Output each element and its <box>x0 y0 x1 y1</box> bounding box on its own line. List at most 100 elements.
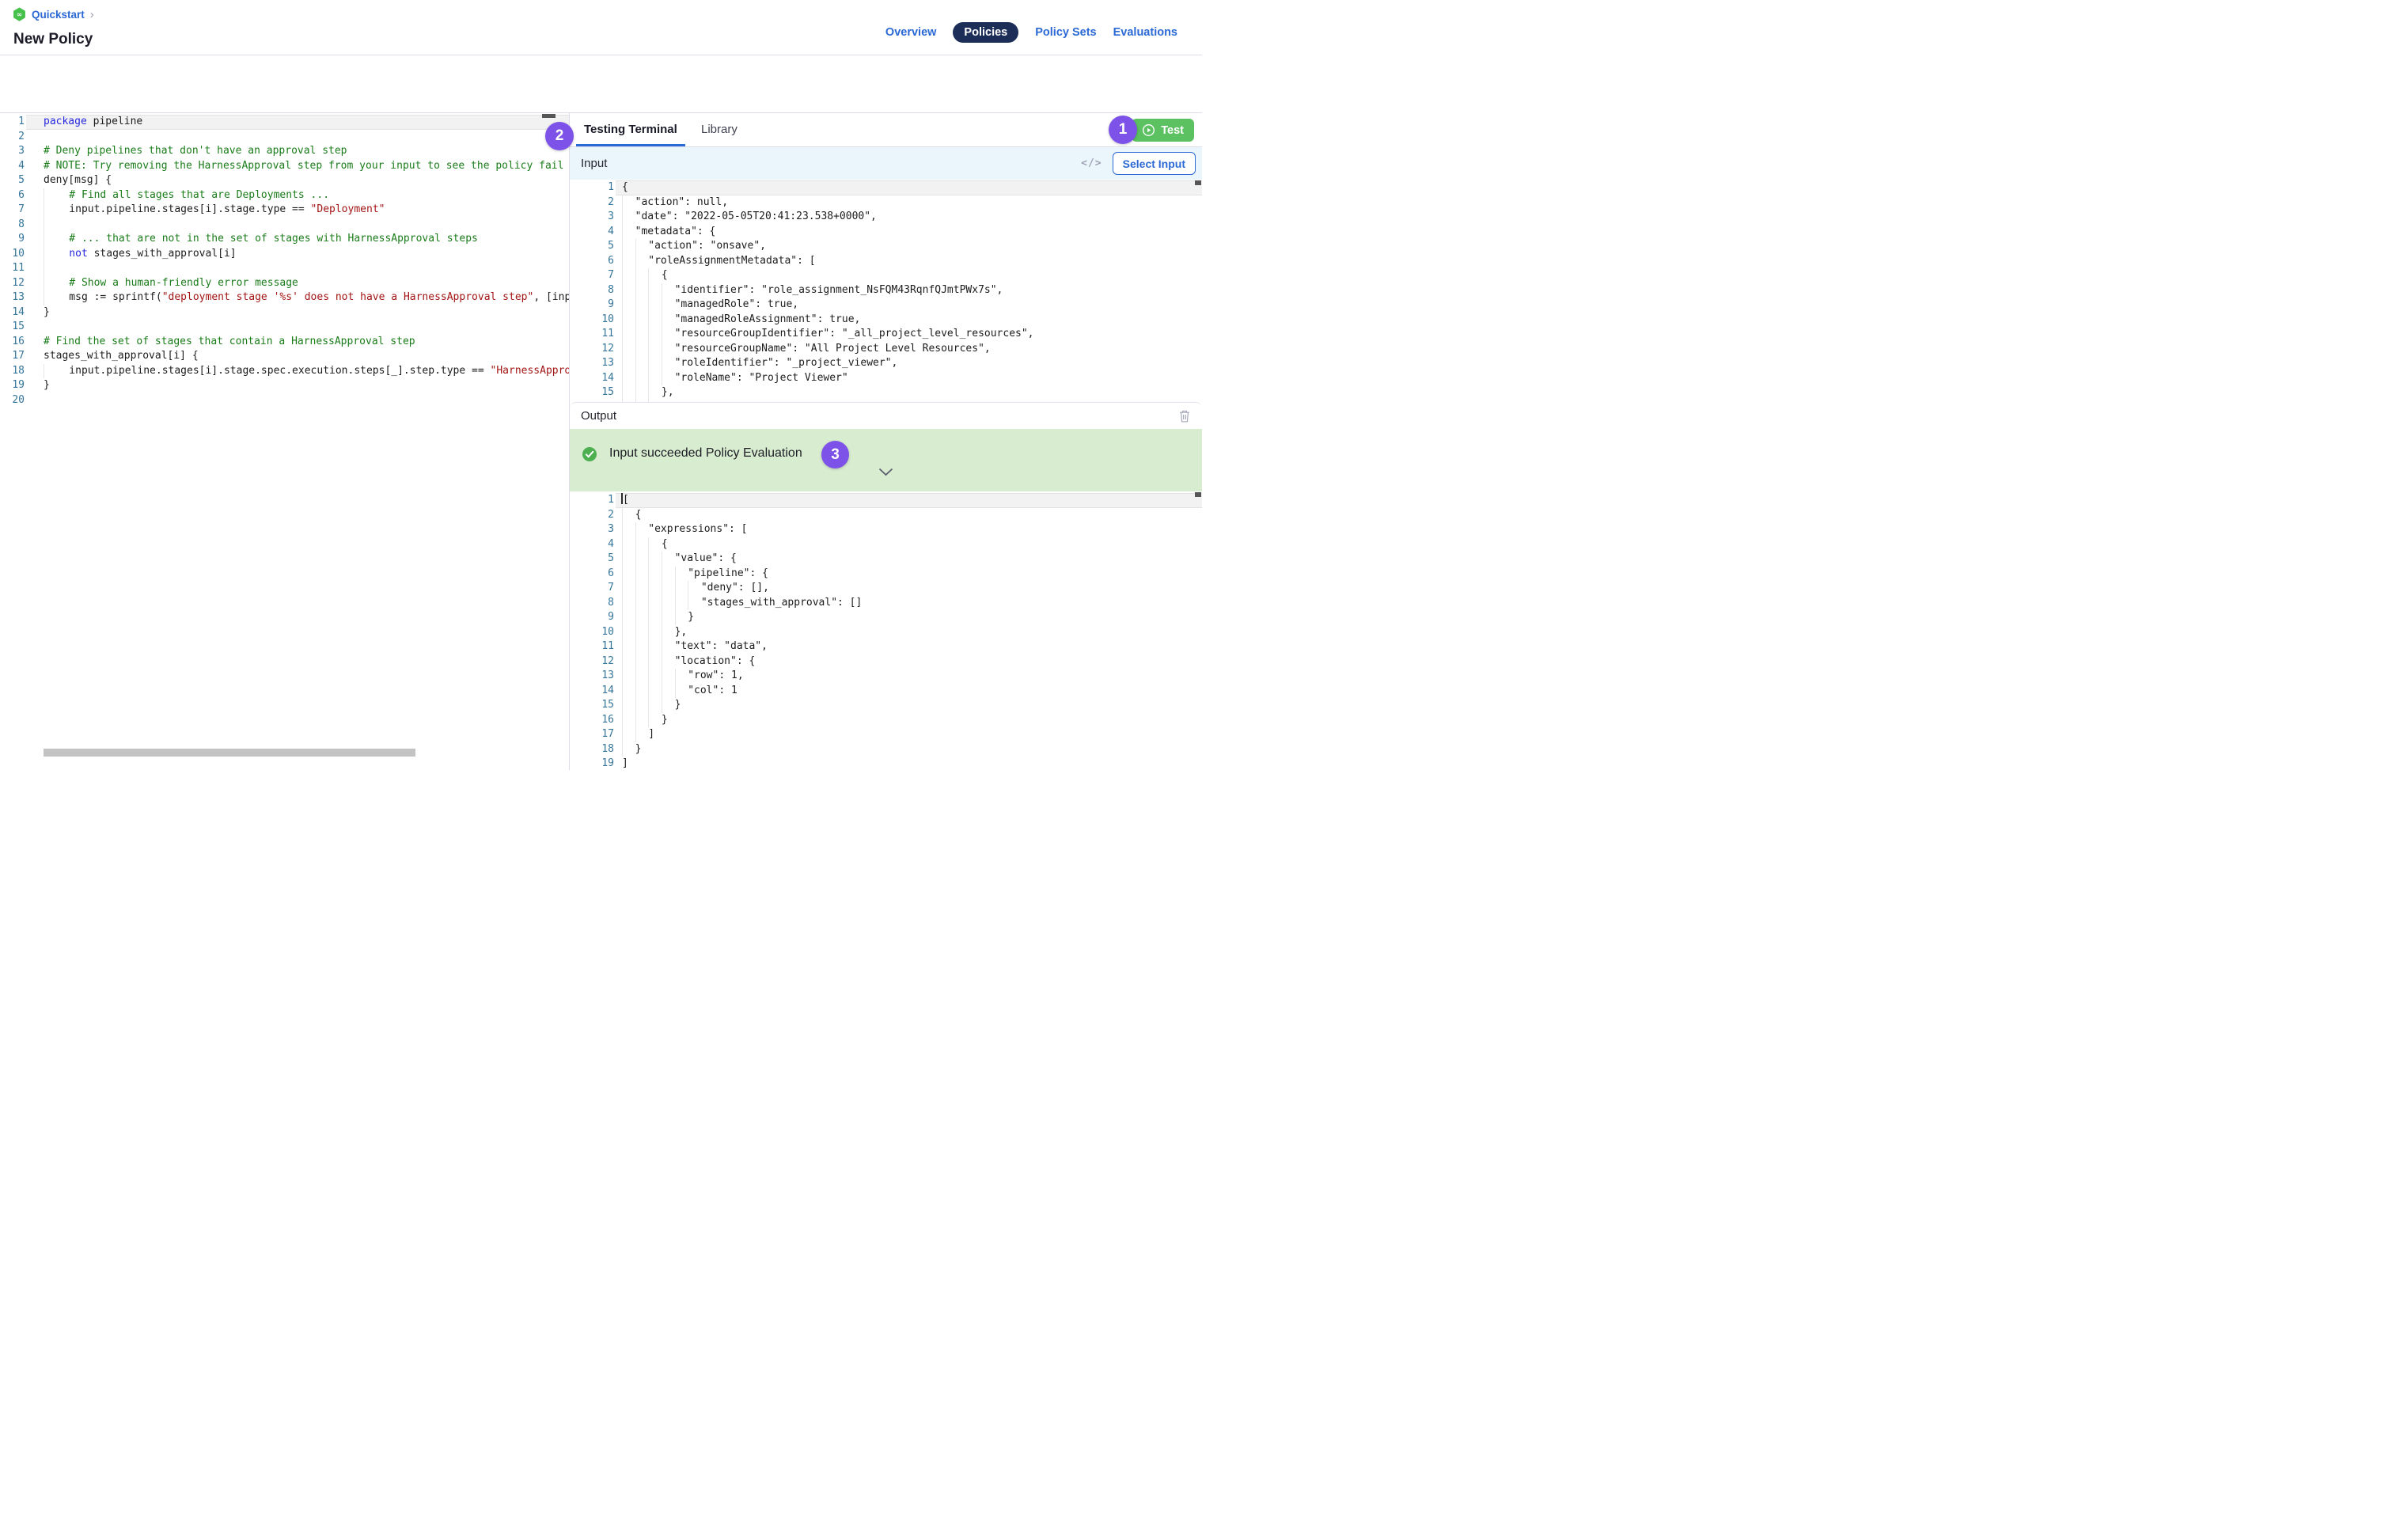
nav-item-evaluations[interactable]: Evaluations <box>1113 26 1177 39</box>
indent-guide <box>648 385 662 400</box>
code-line[interactable]: 6"roleAssignmentMetadata": [ <box>570 254 1202 269</box>
indent-guide <box>648 283 662 298</box>
code-line[interactable]: 3"date": "2022-05-05T20:41:23.538+0000", <box>570 210 1202 225</box>
line-number: 2 <box>0 130 26 145</box>
line-number: 11 <box>570 327 616 342</box>
code-view-icon[interactable]: </> <box>1081 157 1102 169</box>
code-line[interactable]: 1package pipeline <box>0 115 569 130</box>
indent-guide <box>635 684 649 699</box>
line-number: 2 <box>570 195 616 211</box>
line-content: "value": { <box>616 552 1202 567</box>
code-line[interactable]: 3"expressions": [ <box>570 522 1202 537</box>
code-line[interactable]: 5"value": { <box>570 552 1202 567</box>
code-line[interactable]: 9"managedRole": true, <box>570 298 1202 313</box>
annotation-circle-1: 1 <box>1109 116 1137 144</box>
test-button[interactable]: Test <box>1132 119 1194 142</box>
code-line[interactable]: 18input.pipeline.stages[i].stage.spec.ex… <box>0 364 569 379</box>
line-number: 7 <box>570 581 616 596</box>
indent-guide <box>635 313 649 328</box>
nav-item-policy-sets[interactable]: Policy Sets <box>1035 26 1096 39</box>
line-content: package pipeline <box>26 115 569 130</box>
input-json-editor[interactable]: 1{2"action": null,3"date": "2022-05-05T2… <box>570 180 1202 403</box>
code-line[interactable]: 7{ <box>570 268 1202 283</box>
nav-item-policies[interactable]: Policies <box>953 22 1018 43</box>
code-line[interactable]: 8"identifier": "role_assignment_NsFQM43R… <box>570 283 1202 298</box>
code-line[interactable]: 13"roleIdentifier": "_project_viewer", <box>570 356 1202 371</box>
testing-terminal-panel: Testing Terminal Library Test Input </> … <box>570 113 1202 770</box>
indent-guide <box>44 290 69 305</box>
code-line[interactable]: 5deny[msg] { <box>0 173 569 188</box>
line-content: "roleName": "Project Viewer" <box>616 371 1202 386</box>
indent-guide <box>622 239 635 254</box>
code-line[interactable]: 6"pipeline": { <box>570 567 1202 582</box>
indent-guide <box>622 610 635 625</box>
code-line[interactable]: 10"managedRoleAssignment": true, <box>570 313 1202 328</box>
indent-guide <box>635 713 649 728</box>
trash-icon[interactable] <box>1178 409 1191 423</box>
line-content: msg := sprintf("deployment stage '%s' do… <box>26 290 569 305</box>
code-line[interactable]: 12"resourceGroupName": "All Project Leve… <box>570 342 1202 357</box>
code-line[interactable]: 12# Show a human-friendly error message <box>0 276 569 291</box>
line-content: [ <box>616 493 1202 508</box>
horizontal-scrollbar-thumb[interactable] <box>44 749 415 757</box>
breadcrumb-link-quickstart[interactable]: Quickstart <box>32 9 85 21</box>
code-line[interactable]: 13msg := sprintf("deployment stage '%s' … <box>0 290 569 305</box>
code-line[interactable]: 4"metadata": { <box>570 225 1202 240</box>
indent-guide <box>675 610 688 625</box>
line-number: 3 <box>570 210 616 225</box>
code-line[interactable]: 15}, <box>570 385 1202 400</box>
code-line[interactable]: 20 <box>0 393 569 408</box>
code-line[interactable]: 19} <box>0 378 569 393</box>
indent-guide <box>662 567 675 582</box>
code-line[interactable]: 11"text": "data", <box>570 639 1202 654</box>
code-line[interactable]: 9# ... that are not in the set of stages… <box>0 232 569 247</box>
indent-guide <box>44 188 69 203</box>
select-input-button[interactable]: Select Input <box>1113 152 1196 175</box>
code-line[interactable]: 15 <box>0 320 569 335</box>
code-line[interactable]: 14"col": 1 <box>570 684 1202 699</box>
line-content: ] <box>616 727 1202 742</box>
code-line[interactable]: 6# Find all stages that are Deployments … <box>0 188 569 203</box>
test-button-label: Test <box>1161 124 1184 137</box>
indent-guide <box>622 195 635 211</box>
nav-item-overview[interactable]: Overview <box>885 26 937 39</box>
code-line[interactable]: 4# NOTE: Try removing the HarnessApprova… <box>0 159 569 174</box>
code-line[interactable]: 13"row": 1, <box>570 669 1202 684</box>
code-line[interactable]: 2"action": null, <box>570 195 1202 211</box>
code-line[interactable]: 10}, <box>570 625 1202 640</box>
code-line[interactable]: 15} <box>570 698 1202 713</box>
code-line[interactable]: 4{ <box>570 537 1202 552</box>
rego-editor[interactable]: 1package pipeline23# Deny pipelines that… <box>0 113 569 740</box>
code-line[interactable]: 3# Deny pipelines that don't have an app… <box>0 144 569 159</box>
output-json-editor[interactable]: 1[2{3"expressions": [4{5"value": {6"pipe… <box>570 491 1202 770</box>
code-line[interactable]: 7input.pipeline.stages[i].stage.type == … <box>0 203 569 218</box>
code-line[interactable]: 1{ <box>570 180 1202 195</box>
code-line[interactable]: 18} <box>570 742 1202 757</box>
code-line[interactable]: 19] <box>570 757 1202 770</box>
code-line[interactable]: 5"action": "onsave", <box>570 239 1202 254</box>
code-line[interactable]: 14} <box>0 305 569 321</box>
chevron-down-icon[interactable] <box>878 466 893 480</box>
code-line[interactable]: 8"stages_with_approval": [] <box>570 596 1202 611</box>
code-line[interactable]: 2 <box>0 130 569 145</box>
line-number: 15 <box>570 385 616 400</box>
code-line[interactable]: 16} <box>570 713 1202 728</box>
code-line[interactable]: 2{ <box>570 508 1202 523</box>
code-line[interactable]: 11 <box>0 261 569 276</box>
code-line[interactable]: 11"resourceGroupIdentifier": "_all_proje… <box>570 327 1202 342</box>
code-line[interactable]: 14"roleName": "Project Viewer" <box>570 371 1202 386</box>
code-line[interactable]: 12"location": { <box>570 654 1202 669</box>
code-line[interactable]: 17stages_with_approval[i] { <box>0 349 569 364</box>
line-number: 14 <box>570 371 616 386</box>
tab-library[interactable]: Library <box>693 113 745 146</box>
tab-testing-terminal[interactable]: Testing Terminal <box>576 113 685 146</box>
code-line[interactable]: 1[ <box>570 493 1202 508</box>
code-line[interactable]: 10not stages_with_approval[i] <box>0 247 569 262</box>
code-line[interactable]: 17] <box>570 727 1202 742</box>
code-line[interactable]: 8 <box>0 218 569 233</box>
code-line[interactable]: 7"deny": [], <box>570 581 1202 596</box>
indent-guide <box>44 276 69 291</box>
code-line[interactable]: 16# Find the set of stages that contain … <box>0 335 569 350</box>
line-number: 10 <box>570 625 616 640</box>
code-line[interactable]: 9} <box>570 610 1202 625</box>
